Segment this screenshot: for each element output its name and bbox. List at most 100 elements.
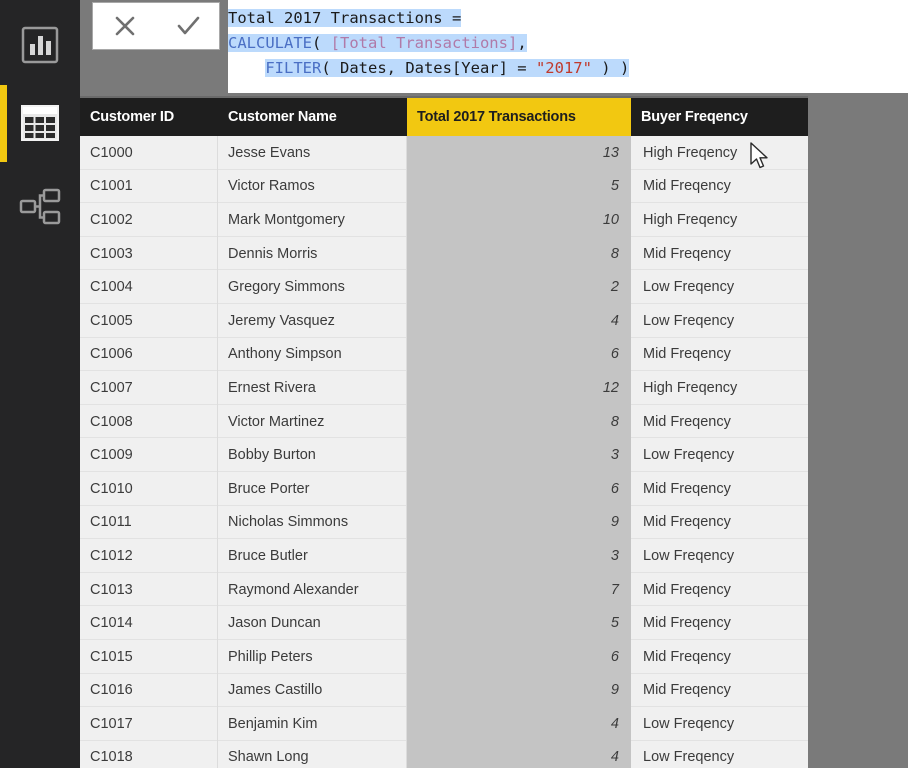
table-row[interactable]: C1003 Dennis Morris 8 Mid Freqency (80, 236, 808, 271)
cell-total-2017-transactions[interactable]: 13 (407, 136, 631, 170)
cell-customer-id[interactable]: C1010 (80, 471, 218, 506)
cell-total-2017-transactions[interactable]: 3 (407, 539, 631, 573)
cell-buyer-frequency[interactable]: Low Freqency (631, 707, 808, 741)
cell-customer-name[interactable]: Mark Montgomery (218, 203, 407, 237)
column-header-buyer-frequency[interactable]: Buyer Freqency (631, 98, 808, 136)
cell-customer-id[interactable]: C1015 (80, 639, 218, 674)
cell-buyer-frequency[interactable]: Low Freqency (631, 539, 808, 573)
table-row[interactable]: C1005 Jeremy Vasquez 4 Low Freqency (80, 303, 808, 338)
cell-customer-name[interactable]: Nicholas Simmons (218, 505, 407, 540)
cell-customer-id[interactable]: C1004 (80, 270, 218, 304)
cell-customer-name[interactable]: Phillip Peters (218, 639, 407, 674)
cancel-button[interactable] (100, 5, 150, 47)
cell-total-2017-transactions[interactable]: 8 (407, 404, 631, 439)
cell-buyer-frequency[interactable]: Mid Freqency (631, 338, 808, 372)
cell-buyer-frequency[interactable]: Mid Freqency (631, 674, 808, 708)
cell-total-2017-transactions[interactable]: 8 (407, 236, 631, 271)
table-row[interactable]: C1001 Victor Ramos 5 Mid Freqency (80, 169, 808, 204)
cell-buyer-frequency[interactable]: Mid Freqency (631, 606, 808, 640)
sidebar-item-report-view[interactable] (0, 6, 80, 84)
cell-total-2017-transactions[interactable]: 10 (407, 203, 631, 237)
cell-total-2017-transactions[interactable]: 4 (407, 303, 631, 338)
cell-total-2017-transactions[interactable]: 6 (407, 639, 631, 674)
table-row[interactable]: C1004 Gregory Simmons 2 Low Freqency (80, 270, 808, 304)
sidebar-item-model-view[interactable] (0, 168, 80, 246)
cell-total-2017-transactions[interactable]: 5 (407, 606, 631, 640)
cell-total-2017-transactions[interactable]: 2 (407, 270, 631, 304)
table-row[interactable]: C1011 Nicholas Simmons 9 Mid Freqency (80, 505, 808, 540)
table-row[interactable]: C1006 Anthony Simpson 6 Mid Freqency (80, 337, 808, 372)
cell-buyer-frequency[interactable]: Mid Freqency (631, 170, 808, 204)
cell-buyer-frequency[interactable]: Low Freqency (631, 741, 808, 768)
cell-customer-id[interactable]: C1011 (80, 505, 218, 540)
commit-button[interactable] (163, 5, 213, 47)
table-row[interactable]: C1014 Jason Duncan 5 Mid Freqency (80, 606, 808, 640)
cell-buyer-frequency[interactable]: Mid Freqency (631, 640, 808, 674)
cell-customer-id[interactable]: C1002 (80, 203, 218, 237)
table-row[interactable]: C1002 Mark Montgomery 10 High Freqency (80, 203, 808, 237)
cell-buyer-frequency[interactable]: Low Freqency (631, 270, 808, 304)
cell-total-2017-transactions[interactable]: 9 (407, 673, 631, 708)
cell-customer-id[interactable]: C1000 (80, 136, 218, 170)
cell-total-2017-transactions[interactable]: 4 (407, 707, 631, 741)
cell-customer-name[interactable]: Shawn Long (218, 740, 407, 768)
cell-buyer-frequency[interactable]: High Freqency (631, 203, 808, 237)
table-row[interactable]: C1009 Bobby Burton 3 Low Freqency (80, 438, 808, 472)
cell-customer-name[interactable]: Victor Ramos (218, 169, 407, 204)
cell-total-2017-transactions[interactable]: 6 (407, 471, 631, 506)
cell-total-2017-transactions[interactable]: 7 (407, 572, 631, 607)
cell-customer-id[interactable]: C1013 (80, 572, 218, 607)
cell-customer-name[interactable]: Ernest Rivera (218, 371, 407, 405)
cell-buyer-frequency[interactable]: Mid Freqency (631, 237, 808, 271)
cell-total-2017-transactions[interactable]: 6 (407, 337, 631, 372)
column-header-total-2017-transactions[interactable]: Total 2017 Transactions (407, 98, 631, 136)
cell-customer-name[interactable]: Gregory Simmons (218, 270, 407, 304)
cell-customer-id[interactable]: C1014 (80, 606, 218, 640)
cell-customer-id[interactable]: C1018 (80, 740, 218, 768)
table-row[interactable]: C1012 Bruce Butler 3 Low Freqency (80, 539, 808, 573)
cell-total-2017-transactions[interactable]: 5 (407, 169, 631, 204)
cell-customer-name[interactable]: Bruce Porter (218, 471, 407, 506)
cell-customer-name[interactable]: Bobby Burton (218, 438, 407, 472)
cell-buyer-frequency[interactable]: Mid Freqency (631, 573, 808, 607)
cell-customer-id[interactable]: C1017 (80, 707, 218, 741)
cell-buyer-frequency[interactable]: Mid Freqency (631, 472, 808, 506)
cell-customer-id[interactable]: C1005 (80, 303, 218, 338)
table-row[interactable]: C1010 Bruce Porter 6 Mid Freqency (80, 471, 808, 506)
cell-customer-id[interactable]: C1016 (80, 673, 218, 708)
cell-total-2017-transactions[interactable]: 3 (407, 438, 631, 472)
table-row[interactable]: C1017 Benjamin Kim 4 Low Freqency (80, 707, 808, 741)
column-header-customer-name[interactable]: Customer Name (218, 98, 407, 136)
cell-total-2017-transactions[interactable]: 4 (407, 740, 631, 768)
cell-customer-id[interactable]: C1003 (80, 236, 218, 271)
cell-buyer-frequency[interactable]: High Freqency (631, 371, 808, 405)
table-row[interactable]: C1013 Raymond Alexander 7 Mid Freqency (80, 572, 808, 607)
table-row[interactable]: C1000 Jesse Evans 13 High Freqency (80, 136, 808, 170)
cell-customer-id[interactable]: C1007 (80, 371, 218, 405)
cell-customer-name[interactable]: Anthony Simpson (218, 337, 407, 372)
cell-customer-id[interactable]: C1012 (80, 539, 218, 573)
column-header-customer-id[interactable]: Customer ID (80, 98, 218, 136)
table-row[interactable]: C1016 James Castillo 9 Mid Freqency (80, 673, 808, 708)
cell-customer-name[interactable]: Raymond Alexander (218, 572, 407, 607)
cell-buyer-frequency[interactable]: Mid Freqency (631, 405, 808, 439)
cell-total-2017-transactions[interactable]: 9 (407, 505, 631, 540)
cell-customer-name[interactable]: Bruce Butler (218, 539, 407, 573)
cell-customer-id[interactable]: C1008 (80, 404, 218, 439)
cell-customer-name[interactable]: Benjamin Kim (218, 707, 407, 741)
table-row[interactable]: C1018 Shawn Long 4 Low Freqency (80, 740, 808, 768)
cell-buyer-frequency[interactable]: High Freqency (631, 136, 808, 170)
sidebar-item-data-view[interactable] (0, 84, 80, 162)
dax-formula-editor[interactable]: Total 2017 Transactions = CALCULATE( [Tot… (228, 0, 908, 93)
cell-customer-id[interactable]: C1009 (80, 438, 218, 472)
cell-buyer-frequency[interactable]: Mid Freqency (631, 506, 808, 540)
cell-customer-name[interactable]: Jesse Evans (218, 136, 407, 170)
cell-customer-name[interactable]: Jeremy Vasquez (218, 303, 407, 338)
cell-customer-id[interactable]: C1006 (80, 337, 218, 372)
cell-customer-name[interactable]: Victor Martinez (218, 404, 407, 439)
table-row[interactable]: C1007 Ernest Rivera 12 High Freqency (80, 371, 808, 405)
cell-total-2017-transactions[interactable]: 12 (407, 371, 631, 405)
table-row[interactable]: C1015 Phillip Peters 6 Mid Freqency (80, 639, 808, 674)
cell-customer-name[interactable]: James Castillo (218, 673, 407, 708)
cell-customer-name[interactable]: Jason Duncan (218, 606, 407, 640)
